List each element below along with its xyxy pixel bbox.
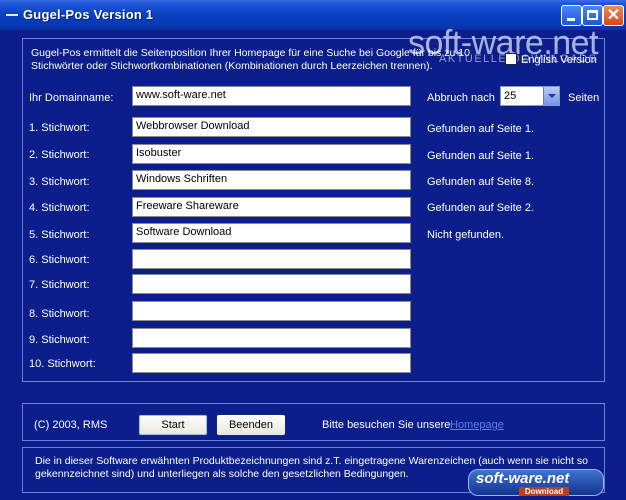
keyword-result-2: Gefunden auf Seite 1.	[427, 150, 535, 162]
keyword-label-5: 5. Stichwort:	[29, 229, 90, 241]
homepage-link[interactable]: Homepage	[450, 419, 504, 431]
keyword-result-3: Gefunden auf Seite 8.	[427, 176, 535, 188]
chevron-down-icon[interactable]	[543, 87, 559, 105]
keyword-input-9[interactable]	[132, 328, 411, 348]
window-title: Gugel-Pos Version 1	[23, 7, 154, 22]
keyword-result-1: Gefunden auf Seite 1.	[427, 123, 535, 135]
keyword-input-3[interactable]: Windows Schriften	[132, 170, 411, 190]
keyword-label-1: 1. Stichwort:	[29, 122, 90, 134]
maximize-icon	[587, 10, 598, 20]
keyword-input-4[interactable]: Freeware Shareware	[132, 197, 411, 217]
english-version-checkbox[interactable]	[505, 53, 517, 65]
button-panel	[22, 403, 605, 441]
keyword-input-10[interactable]	[132, 353, 411, 373]
keyword-label-8: 8. Stichwort:	[29, 308, 90, 320]
abort-suffix: Seiten	[568, 92, 600, 104]
keyword-input-5[interactable]: Software Download	[132, 223, 411, 243]
copyright-text: (C) 2003, RMS	[34, 419, 108, 431]
keyword-label-10: 10. Stichwort:	[29, 358, 96, 370]
visit-text: Bitte besuchen Sie unsere	[322, 419, 451, 431]
logo-text: soft-ware.net	[476, 470, 570, 487]
keyword-label-9: 9. Stichwort:	[29, 334, 90, 346]
keyword-input-1[interactable]: Webbrowser Download	[132, 117, 411, 137]
domain-label: Ihr Domainname:	[29, 92, 114, 104]
keyword-input-6[interactable]	[132, 249, 411, 269]
minimize-icon	[567, 18, 575, 21]
minimize-button[interactable]	[561, 5, 582, 26]
keyword-label-3: 3. Stichwort:	[29, 176, 90, 188]
abort-pages-select[interactable]: 25	[500, 86, 560, 106]
keyword-label-2: 2. Stichwort:	[29, 149, 90, 161]
close-button[interactable]: ✕	[603, 5, 624, 26]
intro-text: Gugel-Pos ermittelt die Seitenposition I…	[31, 47, 470, 73]
keyword-result-4: Gefunden auf Seite 2.	[427, 202, 535, 214]
start-button[interactable]: Start	[138, 414, 208, 436]
keyword-input-2[interactable]: Isobuster	[132, 144, 411, 164]
abort-pages-value: 25	[504, 90, 517, 102]
keyword-label-6: 6. Stichwort:	[29, 254, 90, 266]
keyword-label-7: 7. Stichwort:	[29, 279, 90, 291]
abort-label: Abbruch nach	[427, 92, 495, 104]
soft-ware-logo[interactable]: soft-ware.net Download	[468, 469, 604, 496]
domain-input[interactable]: www.soft-ware.net	[132, 86, 411, 106]
footer-line-1: Die in dieser Software erwähnten Produkt…	[35, 455, 588, 467]
keyword-label-4: 4. Stichwort:	[29, 202, 90, 214]
system-menu-icon[interactable]	[6, 14, 18, 16]
keyword-result-5: Nicht gefunden.	[427, 229, 505, 241]
intro-line-2: Stichwörter oder Stichwortkombinationen …	[31, 60, 433, 72]
english-version-label: English Version	[521, 54, 597, 66]
logo-download-badge: Download	[519, 487, 569, 496]
intro-line-1: Gugel-Pos ermittelt die Seitenposition I…	[31, 47, 470, 59]
end-button[interactable]: Beenden	[216, 414, 286, 436]
maximize-button[interactable]	[582, 5, 603, 26]
keyword-input-7[interactable]	[132, 274, 411, 294]
keyword-input-8[interactable]	[132, 301, 411, 321]
close-icon: ✕	[606, 7, 621, 24]
